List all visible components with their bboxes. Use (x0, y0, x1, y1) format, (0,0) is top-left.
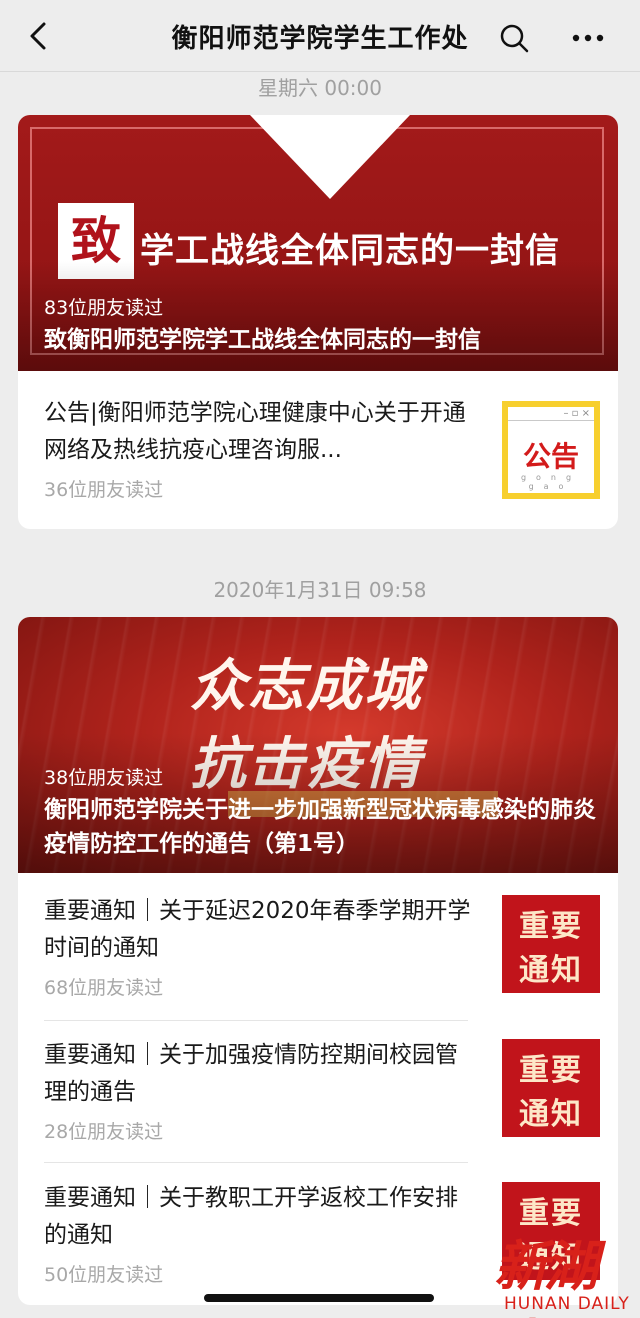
article-title: 公告|衡阳师范学院心理健康中心关于开通网络及热线抗疫心理咨询服... (44, 400, 466, 463)
hero-read-count: 83位朋友读过 (44, 297, 164, 319)
thumb-label: 公告 (522, 440, 579, 473)
article-title: 重要通知｜关于延迟2020年春季学期开学时间的通知 (44, 898, 471, 961)
article-title: 重要通知｜关于加强疫情防控期间校园管理的通告 (44, 1042, 458, 1105)
divider (44, 1162, 468, 1163)
search-icon[interactable] (498, 22, 530, 54)
window-buttons-icon: – ▫ × (563, 408, 590, 419)
thumb-line2: 通知 (519, 953, 583, 988)
divider (44, 1020, 468, 1021)
important-notice-image: 重要 通知 (502, 895, 600, 993)
article-read-count: 68位朋友读过 (44, 977, 164, 999)
more-options-icon[interactable] (570, 22, 606, 54)
message-timestamp: 星期六 00:00 (258, 76, 382, 100)
watermark-subtext: HUNAN DAILY (504, 1294, 630, 1314)
thumb-window: – ▫ × 公告 gong gao (508, 407, 594, 493)
home-indicator[interactable] (204, 1294, 434, 1302)
thumb-line2: 通知 (519, 1097, 583, 1132)
article-read-count: 50位朋友读过 (44, 1264, 164, 1286)
thumb-window-bar: – ▫ × (508, 407, 594, 421)
article-read-count: 28位朋友读过 (44, 1121, 164, 1143)
nav-bar: 衡阳师范学院学生工作处 (0, 0, 640, 72)
article-read-count: 36位朋友读过 (44, 479, 164, 501)
article-item[interactable]: 重要通知｜关于延迟2020年春季学期开学时间的通知 68位朋友读过 重要 通知 (44, 893, 600, 1003)
article-item[interactable]: 公告|衡阳师范学院心理健康中心关于开通网络及热线抗疫心理咨询服... 36位朋友… (44, 395, 600, 505)
hero-read-count: 38位朋友读过 (44, 767, 164, 789)
hero-article[interactable]: 众志成城 抗击疫情 38位朋友读过 衡阳师范学院关于进一步加强新型冠状病毒感染的… (18, 617, 618, 873)
thumb-pinyin: gong gao (520, 473, 582, 491)
thumb-line1: 重要 (519, 1053, 583, 1088)
hero-slogan-line1: 众志成城 (190, 654, 422, 719)
hero-article-title: 致衡阳师范学院学工战线全体同志的一封信 (44, 327, 481, 353)
gonggao-notice-image: – ▫ × 公告 gong gao (502, 401, 600, 499)
page-title: 衡阳师范学院学生工作处 (171, 24, 469, 54)
article-group-card: 致 学工战线全体同志的一封信 83位朋友读过 致衡阳师范学院学工战线全体同志的一… (18, 115, 618, 529)
article-item[interactable]: 重要通知｜关于加强疫情防控期间校园管理的通告 28位朋友读过 重要 通知 (44, 1037, 600, 1147)
thumb-line1: 重要 (519, 909, 583, 944)
hero-triangle-decoration (250, 115, 410, 199)
article-title: 重要通知｜关于教职工开学返校工作安排的通知 (44, 1185, 458, 1248)
hero-article-title: 衡阳师范学院关于进一步加强新型冠状病毒感染的肺炎疫情防控工作的通告（第1号） (44, 797, 596, 857)
hunan-daily-watermark: 新湖南 HUNAN DAILY (486, 1222, 636, 1318)
article-group-card: 众志成城 抗击疫情 38位朋友读过 衡阳师范学院关于进一步加强新型冠状病毒感染的… (18, 617, 618, 1305)
hero-article[interactable]: 致 学工战线全体同志的一封信 83位朋友读过 致衡阳师范学院学工战线全体同志的一… (18, 115, 618, 371)
important-notice-image: 重要 通知 (502, 1039, 600, 1137)
message-timestamp: 2020年1月31日 09:58 (213, 578, 427, 602)
